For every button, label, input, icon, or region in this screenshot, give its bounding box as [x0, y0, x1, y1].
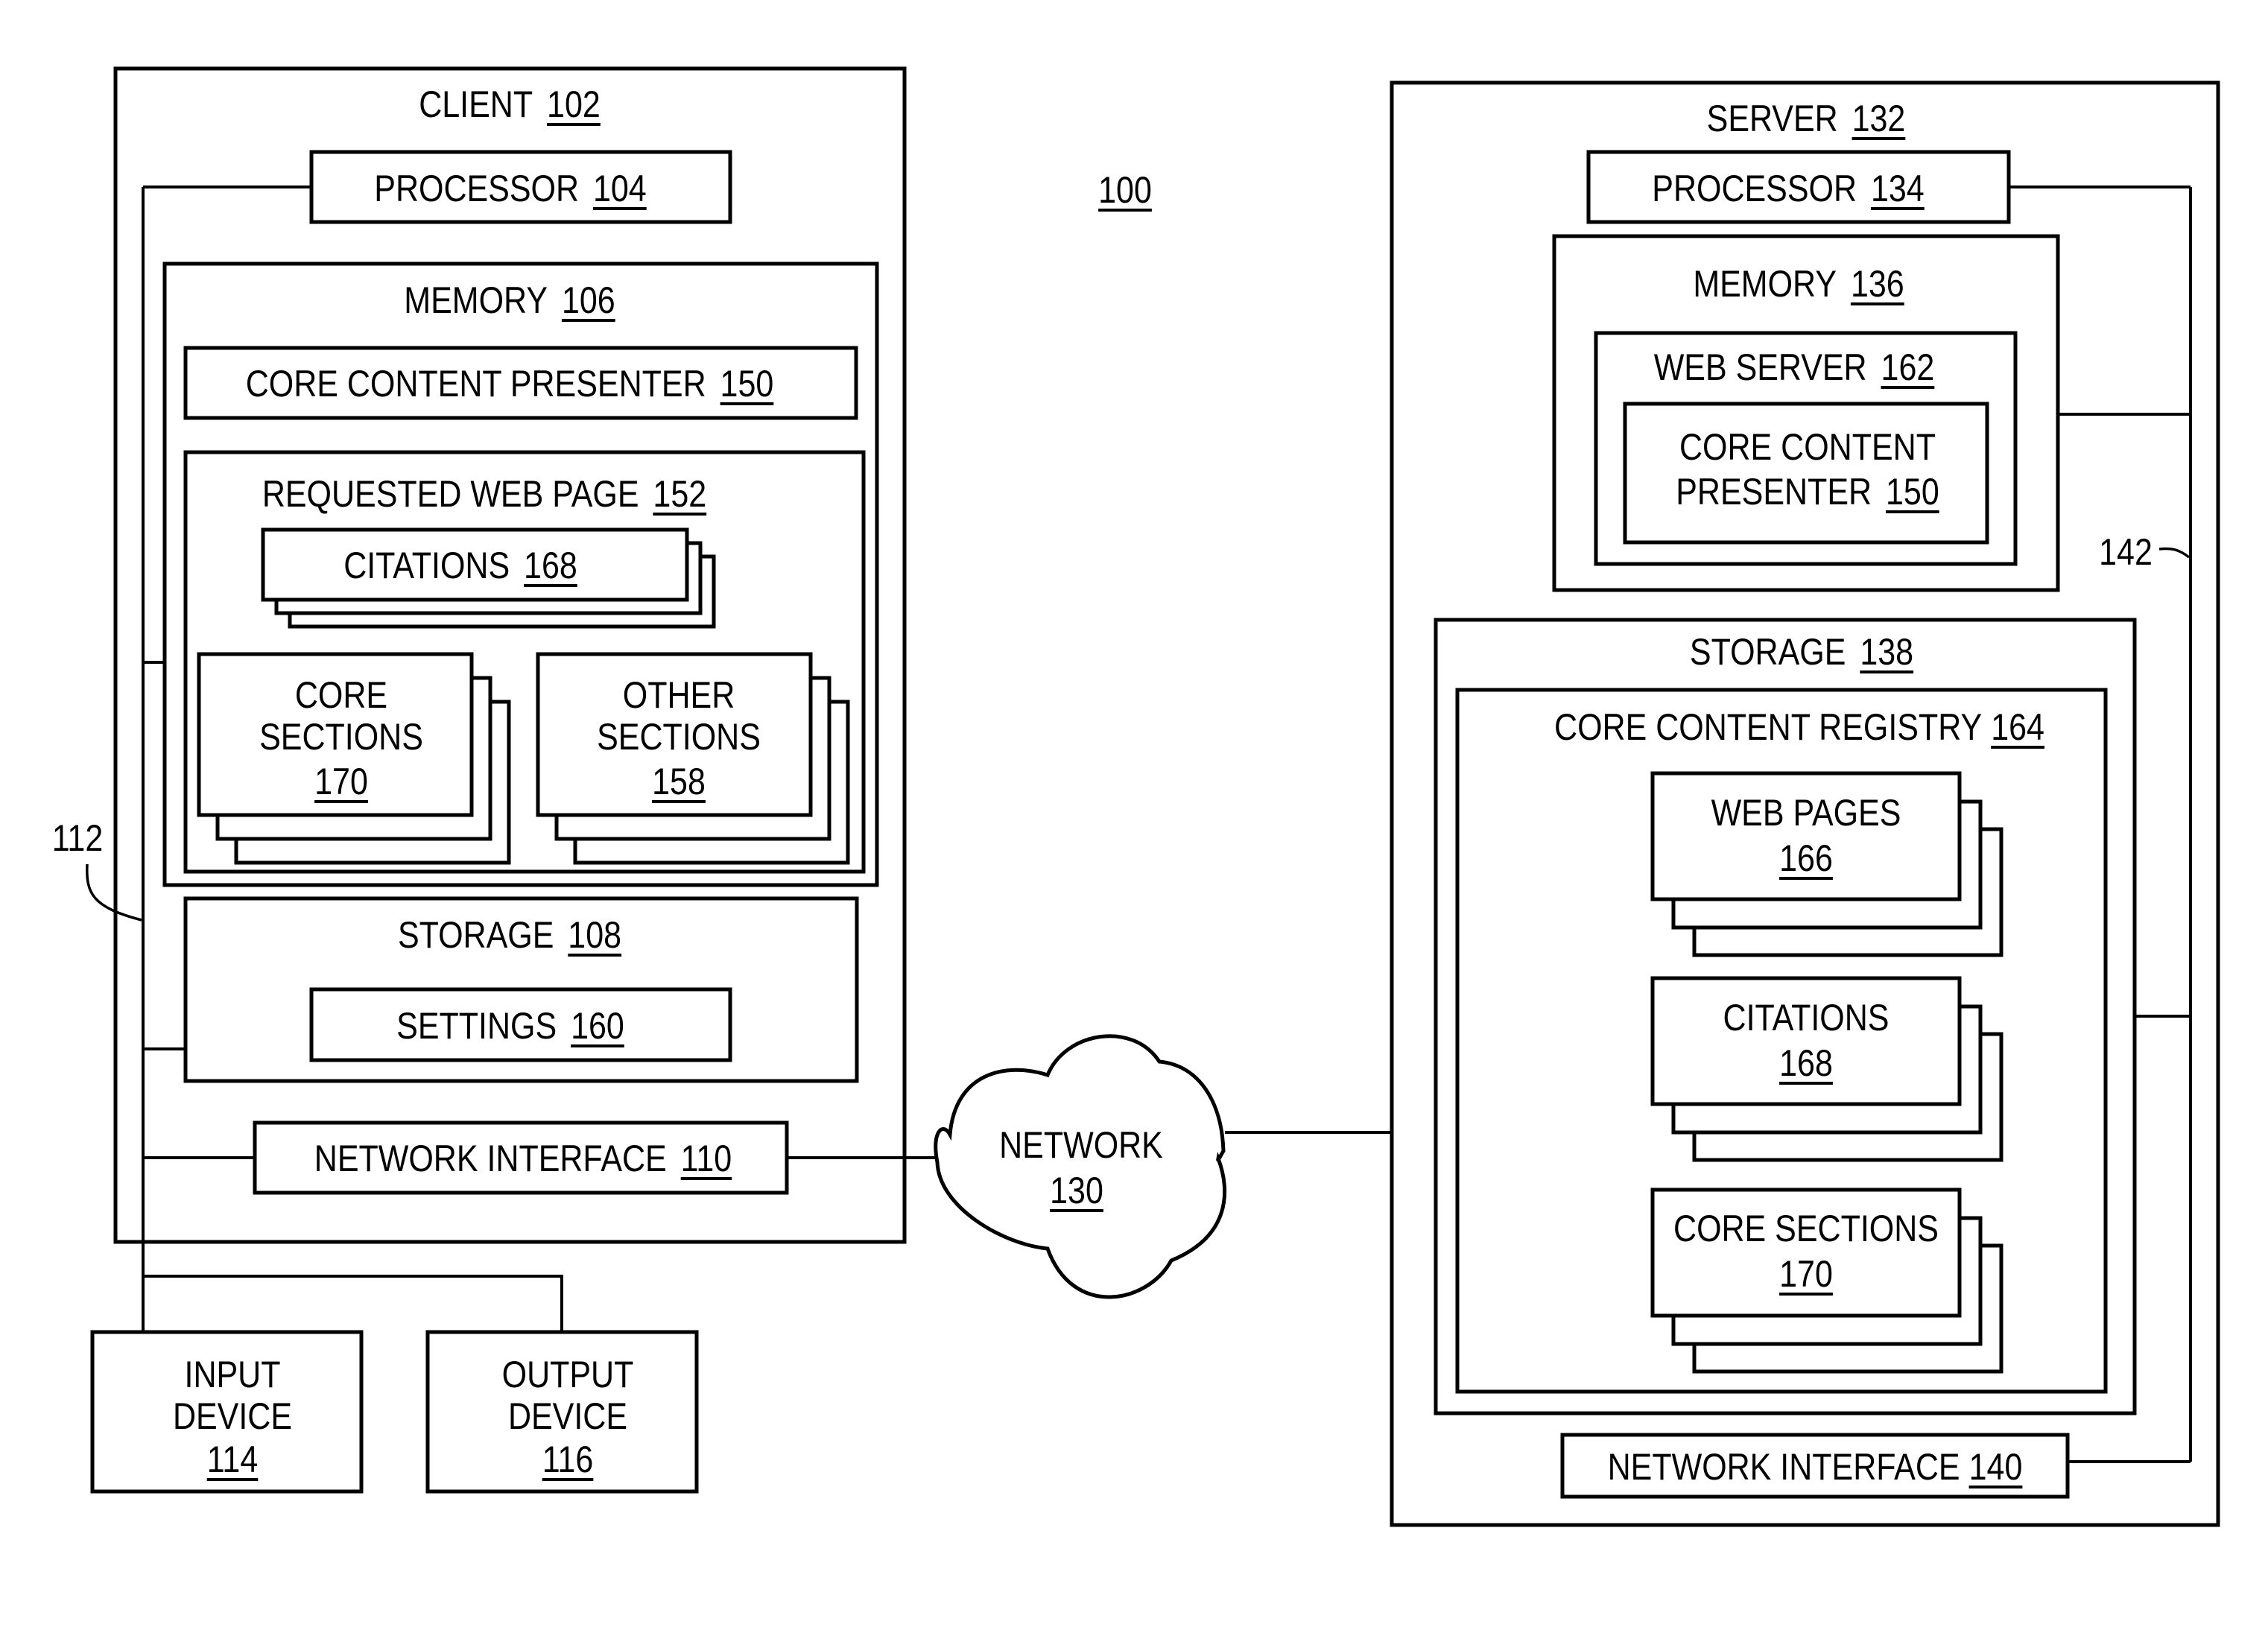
system-diagram: CLIENT 102 112 PROCESSOR 104 MEMORY 106 COR…	[52, 66, 2220, 1527]
server-processor: PROCESSOR 134	[1586, 150, 2011, 224]
svg-text:SETTINGS160: SETTINGS 160	[396, 1005, 624, 1047]
client-network-interface: NETWORK INTERFACE 110	[253, 1120, 789, 1195]
svg-text:STORAGE108: STORAGE 108	[398, 914, 621, 956]
svg-text:MEMORY136: MEMORY 136	[1693, 263, 1904, 305]
svg-text:CLIENT102: CLIENT 102	[419, 83, 601, 125]
registry-ref: 164	[1991, 706, 2044, 748]
client-bus-ref: 112	[52, 817, 104, 859]
server-bus-ref: 142	[2099, 531, 2153, 573]
server-processor-ref: 134	[1871, 168, 1925, 209]
client-ni-ref: 110	[681, 1138, 732, 1179]
registry-citations-stack: CITATIONS 168	[1650, 976, 2003, 1162]
svg-text:CITATIONS168: CITATIONS 168	[343, 545, 577, 586]
client-memory-ref: 106	[562, 279, 615, 321]
server-storage-ref: 138	[1860, 631, 1913, 673]
client-ccp-ref: 150	[720, 363, 774, 405]
figure-ref: 100	[1098, 169, 1152, 211]
registry-core-sections-label: CORE SECTIONS	[1673, 1208, 1939, 1249]
client-core-sections-line1: CORE	[295, 674, 387, 716]
client-title-text: CLIENT	[419, 83, 533, 125]
registry-citations-ref: 168	[1779, 1042, 1833, 1084]
server-storage-label: STORAGE	[1690, 631, 1846, 673]
web-pages-label: WEB PAGES	[1711, 792, 1901, 834]
client-core-sections-stack: CORE SECTIONS 170	[197, 652, 511, 865]
server-ref: 132	[1852, 98, 1906, 139]
input-device-ref: 114	[207, 1439, 259, 1480]
output-device: OUTPUT DEVICE 116	[425, 1330, 699, 1494]
server-title-text: SERVER	[1707, 98, 1838, 139]
client-settings-label: SETTINGS	[396, 1005, 557, 1047]
input-device-line2: DEVICE	[173, 1395, 292, 1437]
svg-text:PRESENTER150: PRESENTER 150	[1676, 471, 1939, 513]
client-ccp-label: CORE CONTENT PRESENTER	[246, 363, 706, 405]
network-cloud: NETWORK 130	[934, 1034, 1227, 1299]
web-server-ref: 162	[1881, 346, 1935, 388]
server-ni-ref: 140	[1969, 1446, 2023, 1488]
svg-text:CORE CONTENT REGISTRY164: CORE CONTENT REGISTRY 164	[1554, 706, 2044, 748]
registry-label: CORE CONTENT REGISTRY	[1554, 706, 1982, 748]
server-ccp-line2: PRESENTER	[1676, 471, 1872, 513]
client-citations-ref: 168	[524, 545, 577, 586]
client-other-sections-line2: SECTIONS	[597, 716, 761, 758]
input-device-line1: INPUT	[185, 1354, 281, 1395]
client-memory-label: MEMORY	[404, 279, 548, 321]
client-processor-label: PROCESSOR	[374, 168, 579, 209]
server-title: SERVER 132	[1707, 98, 1906, 139]
network-ref: 130	[1050, 1170, 1103, 1211]
client-citations-label: CITATIONS	[343, 545, 510, 586]
client-processor-ref: 104	[593, 168, 647, 209]
registry-web-pages-stack: WEB PAGES 166	[1650, 771, 2003, 957]
server-ccp-line1: CORE CONTENT	[1679, 426, 1936, 468]
server-memory-ref: 136	[1851, 263, 1904, 305]
output-device-ref: 116	[542, 1439, 594, 1480]
client-processor: PROCESSOR 104	[309, 150, 732, 224]
cloud-icon	[934, 1034, 1227, 1299]
svg-text:PROCESSOR134: PROCESSOR 134	[1652, 168, 1924, 209]
registry-core-sections-stack: CORE SECTIONS 170	[1650, 1188, 2003, 1374]
client-ni-label: NETWORK INTERFACE	[314, 1138, 667, 1179]
server-ccp-ref: 150	[1886, 471, 1939, 513]
server-memory-label: MEMORY	[1693, 263, 1837, 305]
svg-text:PROCESSOR104: PROCESSOR 104	[374, 168, 646, 209]
svg-text:WEB SERVER162: WEB SERVER 162	[1654, 346, 1935, 388]
client-storage-label: STORAGE	[398, 914, 554, 956]
svg-text:MEMORY106: MEMORY 106	[404, 279, 615, 321]
web-server-label: WEB SERVER	[1654, 346, 1867, 388]
network-label: NETWORK	[999, 1124, 1163, 1166]
registry-core-sections-ref: 170	[1779, 1253, 1833, 1295]
client-title: CLIENT 102	[419, 83, 601, 125]
client-core-sections-line2: SECTIONS	[259, 716, 423, 758]
rwp-label: REQUESTED WEB PAGE	[262, 473, 639, 515]
client-core-content-presenter: CORE CONTENT PRESENTER 150	[183, 346, 858, 420]
server-core-content-presenter: CORE CONTENT PRESENTER 150	[1623, 402, 1989, 545]
client-other-sections-line1: OTHER	[623, 674, 735, 716]
client-settings-ref: 160	[571, 1005, 624, 1047]
client-citations-stack: CITATIONS 168	[261, 527, 716, 629]
client-settings: SETTINGS 160	[309, 987, 732, 1062]
client-other-sections-ref: 158	[652, 761, 706, 802]
output-device-line1: OUTPUT	[502, 1354, 634, 1395]
registry-citations-label: CITATIONS	[1723, 997, 1890, 1039]
client-ref: 102	[547, 83, 601, 125]
output-device-line2: DEVICE	[508, 1395, 627, 1437]
client-storage-ref: 108	[568, 914, 621, 956]
input-device: INPUT DEVICE 114	[90, 1330, 364, 1494]
server-ni-label: NETWORK INTERFACE	[1608, 1446, 1960, 1488]
svg-text:STORAGE138: STORAGE 138	[1690, 631, 1913, 673]
client-other-sections-stack: OTHER SECTIONS 158	[536, 652, 850, 865]
web-pages-ref: 166	[1779, 837, 1833, 879]
client-core-sections-ref: 170	[314, 761, 368, 802]
svg-text:CORE CONTENT PRESENTER150: CORE CONTENT PRESENTER 150	[246, 363, 774, 405]
server-processor-label: PROCESSOR	[1652, 168, 1857, 209]
rwp-ref: 152	[653, 473, 706, 515]
